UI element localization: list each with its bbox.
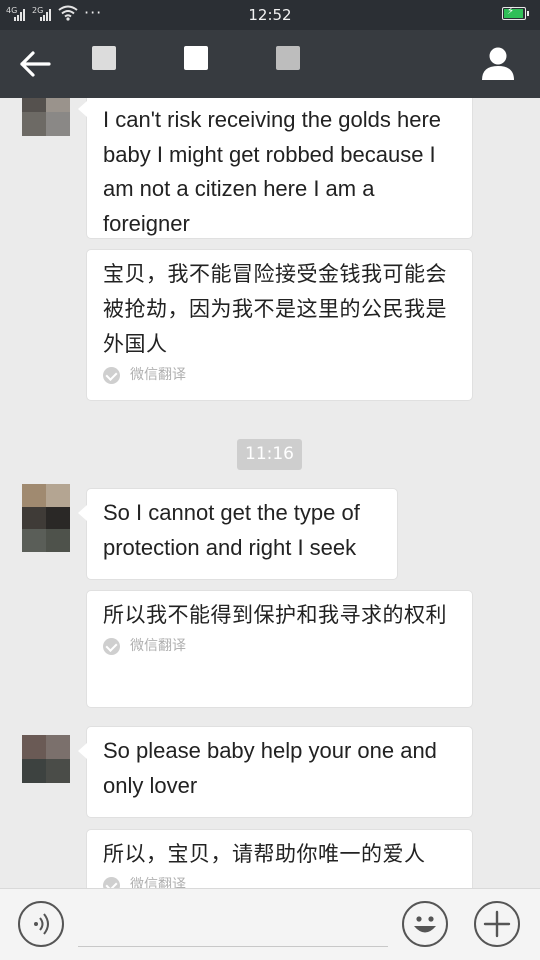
message-bubble[interactable]: I can't risk receiving the golds here ba… [78,98,473,239]
check-icon [103,637,120,655]
translation-text: 宝贝，我不能冒险接受金钱我可能会被抢劫，因为我不是这里的公民我是外国人 [103,262,447,356]
add-more-button[interactable] [474,901,520,947]
message-bubble[interactable]: So I cannot get the type of protection a… [78,488,398,580]
person-icon[interactable] [478,44,518,84]
status-bar: 4G 2G ··· 12:52 ⚡ [0,0,540,30]
check-icon [103,876,120,888]
blurred-title-part-2 [184,46,208,70]
translation-tag: 微信翻译 [103,876,456,888]
translation-text: 所以，宝贝，请帮助你唯一的爱人 [103,842,426,866]
chat-area[interactable]: I can't risk receiving the golds here ba… [0,98,540,888]
blurred-title-part-1 [92,46,116,70]
message-text: I can't risk receiving the golds here ba… [103,107,442,236]
message-text: So please baby help your one and only lo… [103,738,437,798]
chat-input-bar [0,888,540,960]
message-input[interactable] [78,946,388,947]
translation-tag-label: 微信翻译 [130,877,186,888]
chat-title-bar [0,30,540,98]
translation-tag: 微信翻译 [103,637,456,655]
emoji-icon [414,916,436,933]
avatar[interactable] [22,735,70,783]
voice-icon [34,913,49,935]
translation-text: 所以我不能得到保护和我寻求的权利 [103,603,447,627]
message-timestamp: 11:16 [237,439,302,470]
voice-input-button[interactable] [18,901,64,947]
translation-tag-label: 微信翻译 [130,638,186,654]
avatar[interactable] [22,484,70,552]
translation-bubble[interactable]: 所以，宝贝，请帮助你唯一的爱人 微信翻译 [86,829,473,888]
plus-icon [483,910,511,938]
translation-bubble[interactable]: 宝贝，我不能冒险接受金钱我可能会被抢劫，因为我不是这里的公民我是外国人 微信翻译 [86,249,473,401]
battery-icon: ⚡ [502,6,529,20]
message-text: So I cannot get the type of protection a… [103,500,360,560]
blurred-title-part-3 [276,46,300,70]
status-time: 12:52 [248,6,292,24]
arrow-left-icon[interactable] [18,47,54,81]
avatar[interactable] [22,98,70,136]
check-icon [103,366,120,384]
translation-tag-label: 微信翻译 [130,367,186,383]
emoji-button[interactable] [402,901,448,947]
translation-bubble[interactable]: 所以我不能得到保护和我寻求的权利 微信翻译 [86,590,473,708]
translation-tag: 微信翻译 [103,366,456,384]
message-bubble[interactable]: So please baby help your one and only lo… [78,726,473,818]
